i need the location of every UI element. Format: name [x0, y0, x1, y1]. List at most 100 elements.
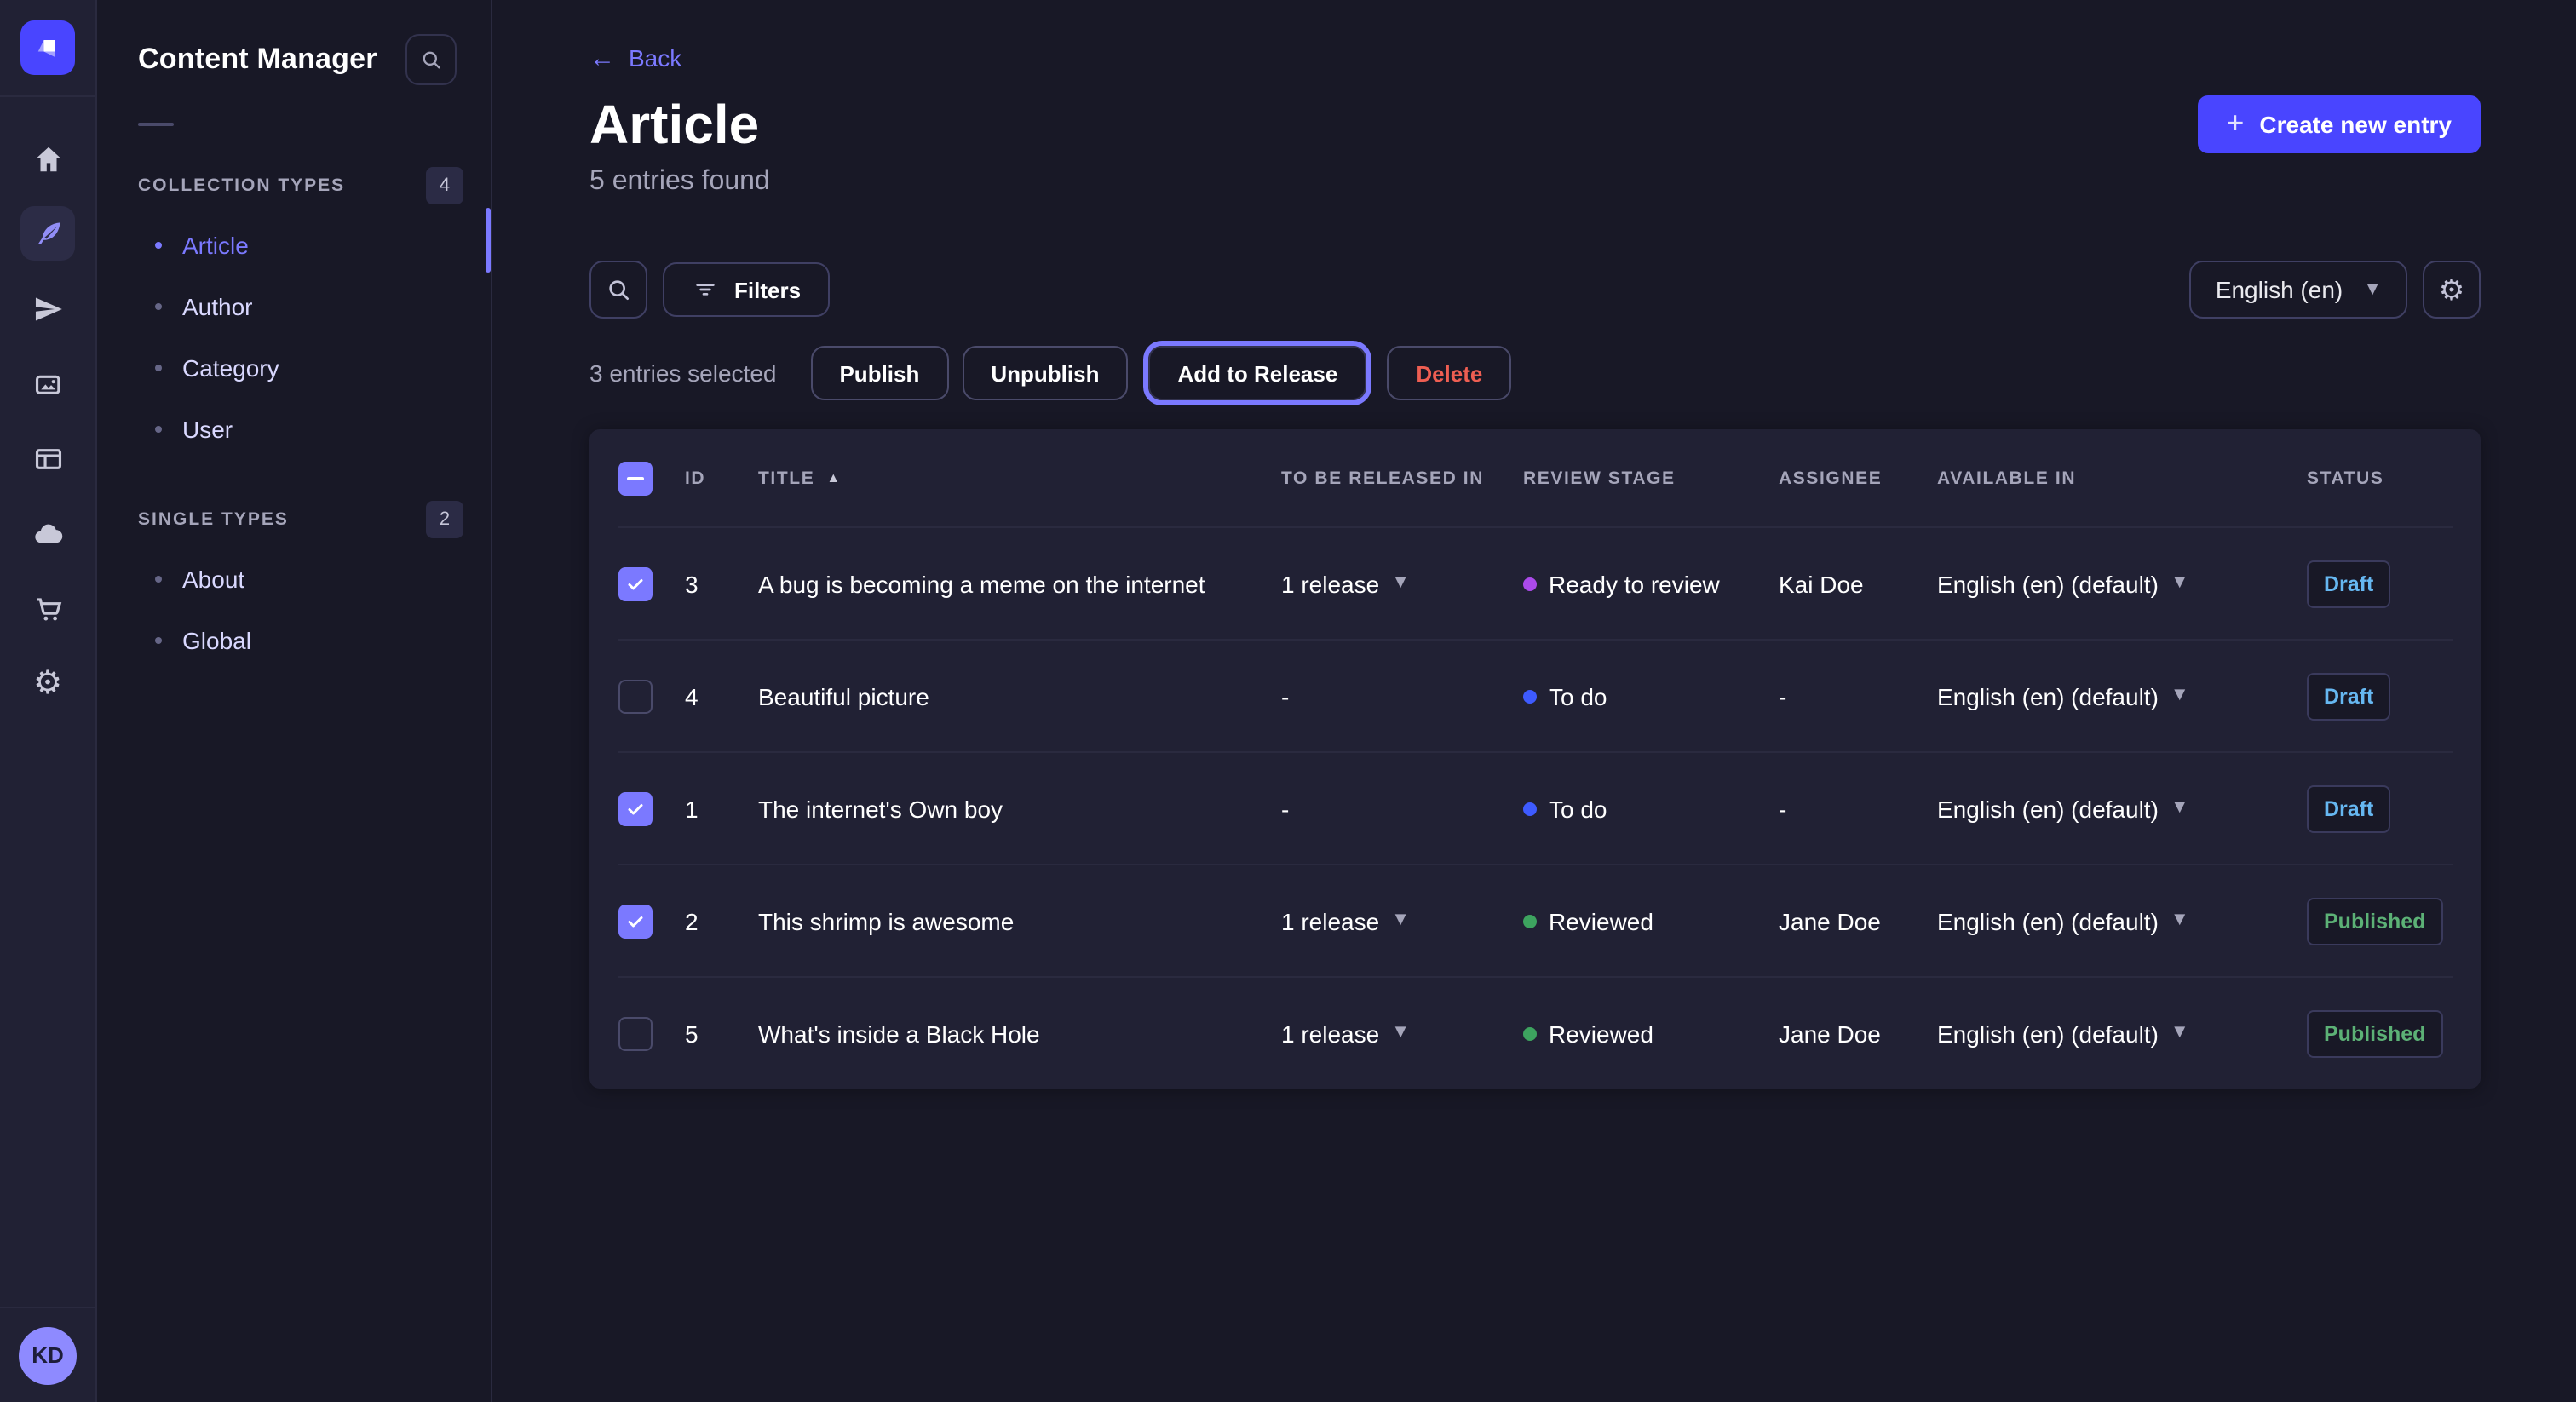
layout-icon[interactable]: [20, 431, 75, 486]
cell-title: The internet's Own boy: [758, 795, 1281, 822]
cell-available-in: English (en) (default)▼: [1937, 1020, 2307, 1047]
filters-button[interactable]: Filters: [663, 262, 830, 317]
column-header-title[interactable]: TITLE ▲: [758, 468, 1281, 488]
delete-button[interactable]: Delete: [1387, 346, 1511, 400]
cell-review-stage: To do: [1523, 682, 1779, 710]
status-badge: Published: [2307, 897, 2442, 945]
section-header: COLLECTION TYPES4: [138, 167, 463, 204]
chevron-down-icon[interactable]: ▼: [2171, 799, 2189, 818]
active-item-indicator: [486, 208, 491, 273]
review-stage-dot: [1523, 914, 1537, 928]
media-icon[interactable]: [20, 356, 75, 411]
chevron-down-icon[interactable]: ▼: [2171, 1024, 2189, 1043]
status-badge: Draft: [2307, 672, 2390, 720]
subnav-title: Content Manager: [138, 43, 377, 77]
page-title: Article: [589, 95, 770, 153]
cell-title: Beautiful picture: [758, 682, 1281, 710]
cell-assignee: -: [1779, 795, 1937, 822]
section-count-badge: 2: [426, 501, 463, 538]
search-icon[interactable]: [405, 34, 457, 85]
chevron-down-icon[interactable]: ▼: [2171, 687, 2189, 705]
cell-status: Draft: [2307, 784, 2453, 832]
locale-value: English (en) (default): [1937, 795, 2159, 822]
chevron-down-icon[interactable]: ▼: [2171, 911, 2189, 930]
review-stage-label: Reviewed: [1549, 1020, 1653, 1047]
status-badge: Published: [2307, 1009, 2442, 1057]
row-checkbox[interactable]: [618, 791, 653, 825]
locale-select[interactable]: English (en) ▼: [2190, 261, 2407, 319]
bullet-icon: [155, 426, 162, 433]
cell-assignee: Jane Doe: [1779, 1020, 1937, 1047]
locale-value: English (en) (default): [1937, 570, 2159, 597]
nav-list: Article Author CategoryUser: [97, 215, 491, 460]
avatar[interactable]: KD: [19, 1326, 77, 1384]
cell-to-be-released: 1 release▼: [1281, 1020, 1523, 1047]
cart-icon[interactable]: [20, 581, 75, 635]
back-link[interactable]: ← Back: [589, 44, 681, 72]
cell-status: Draft: [2307, 560, 2453, 607]
nav-list: About Global: [97, 549, 491, 671]
cell-status: Published: [2307, 1009, 2453, 1057]
rail-logo-section: [0, 0, 95, 97]
sidebar-item-user[interactable]: User: [97, 399, 491, 460]
column-header-released[interactable]: TO BE RELEASED IN: [1281, 468, 1523, 488]
cell-id: 4: [685, 682, 758, 710]
column-header-id[interactable]: ID: [685, 468, 758, 488]
table-row[interactable]: 1The internet's Own boy-To do-English (e…: [618, 751, 2453, 864]
unpublish-button[interactable]: Unpublish: [962, 346, 1128, 400]
review-stage-dot: [1523, 802, 1537, 815]
cell-title: This shrimp is awesome: [758, 907, 1281, 934]
cell-to-be-released: -: [1281, 682, 1523, 710]
search-icon: [605, 276, 632, 303]
strapi-logo[interactable]: [20, 20, 75, 75]
create-new-entry-button[interactable]: + Create new entry: [2197, 95, 2481, 153]
table-row[interactable]: 5What's inside a Black Hole1 release▼ Rev…: [618, 976, 2453, 1089]
feather-icon[interactable]: [20, 206, 75, 261]
cell-assignee: Jane Doe: [1779, 907, 1937, 934]
home-icon[interactable]: [20, 131, 75, 186]
strapi-logo-icon: [32, 32, 63, 63]
locale-value: English (en) (default): [1937, 682, 2159, 710]
sidebar-item-label: Global: [182, 627, 251, 654]
content-manager-subnav: Content Manager COLLECTION TYPES4 Article…: [97, 0, 492, 1402]
cell-id: 5: [685, 1020, 758, 1047]
table-row[interactable]: 4Beautiful picture-To do-English (en) (d…: [618, 639, 2453, 751]
row-checkbox[interactable]: [618, 566, 653, 600]
section-header: SINGLE TYPES 2: [138, 501, 463, 538]
rail-user-section: KD: [0, 1307, 95, 1402]
table-row[interactable]: 3A bug is becoming a meme on the interne…: [618, 526, 2453, 639]
chevron-down-icon[interactable]: ▼: [1391, 1024, 1410, 1043]
column-header-assignee[interactable]: ASSIGNEE: [1779, 468, 1937, 488]
row-checkbox[interactable]: [618, 904, 653, 938]
chevron-down-icon[interactable]: ▼: [2171, 574, 2189, 593]
column-header-review[interactable]: REVIEW STAGE: [1523, 468, 1779, 488]
column-header-available[interactable]: AVAILABLE IN: [1937, 468, 2307, 488]
select-all-checkbox[interactable]: [618, 461, 653, 495]
sidebar-item-article[interactable]: Article: [97, 215, 491, 276]
table-header-row: ID TITLE ▲ TO BE RELEASED IN REVIEW STAG…: [618, 429, 2453, 526]
sidebar-item-author[interactable]: Author: [97, 276, 491, 337]
selection-count: 3 entries selected: [589, 359, 776, 387]
cloud-icon[interactable]: [20, 506, 75, 560]
sidebar-item-about[interactable]: About: [97, 549, 491, 610]
section-label: SINGLE TYPES: [138, 509, 289, 530]
chevron-down-icon[interactable]: ▼: [1391, 911, 1410, 930]
cell-review-stage: Reviewed: [1523, 1020, 1779, 1047]
publish-button[interactable]: Publish: [810, 346, 948, 400]
cell-title: What's inside a Black Hole: [758, 1020, 1281, 1047]
sidebar-item-label: Author: [182, 293, 253, 320]
row-checkbox[interactable]: [618, 1016, 653, 1050]
release-value: 1 release: [1281, 570, 1379, 597]
sidebar-item-global[interactable]: Global: [97, 610, 491, 671]
sidebar-item-category[interactable]: Category: [97, 337, 491, 399]
toolbar: Filters English (en) ▼ ⚙: [589, 261, 2481, 319]
table-row[interactable]: 2This shrimp is awesome1 release▼Reviewe…: [618, 864, 2453, 976]
send-icon[interactable]: [20, 281, 75, 336]
add-to-release-button[interactable]: Add to Release: [1148, 346, 1366, 400]
gear-icon[interactable]: ⚙: [20, 656, 75, 710]
chevron-down-icon[interactable]: ▼: [1391, 574, 1410, 593]
column-header-status[interactable]: STATUS: [2307, 468, 2453, 488]
settings-button[interactable]: ⚙: [2423, 261, 2481, 319]
row-checkbox[interactable]: [618, 679, 653, 713]
search-button[interactable]: [589, 261, 647, 319]
